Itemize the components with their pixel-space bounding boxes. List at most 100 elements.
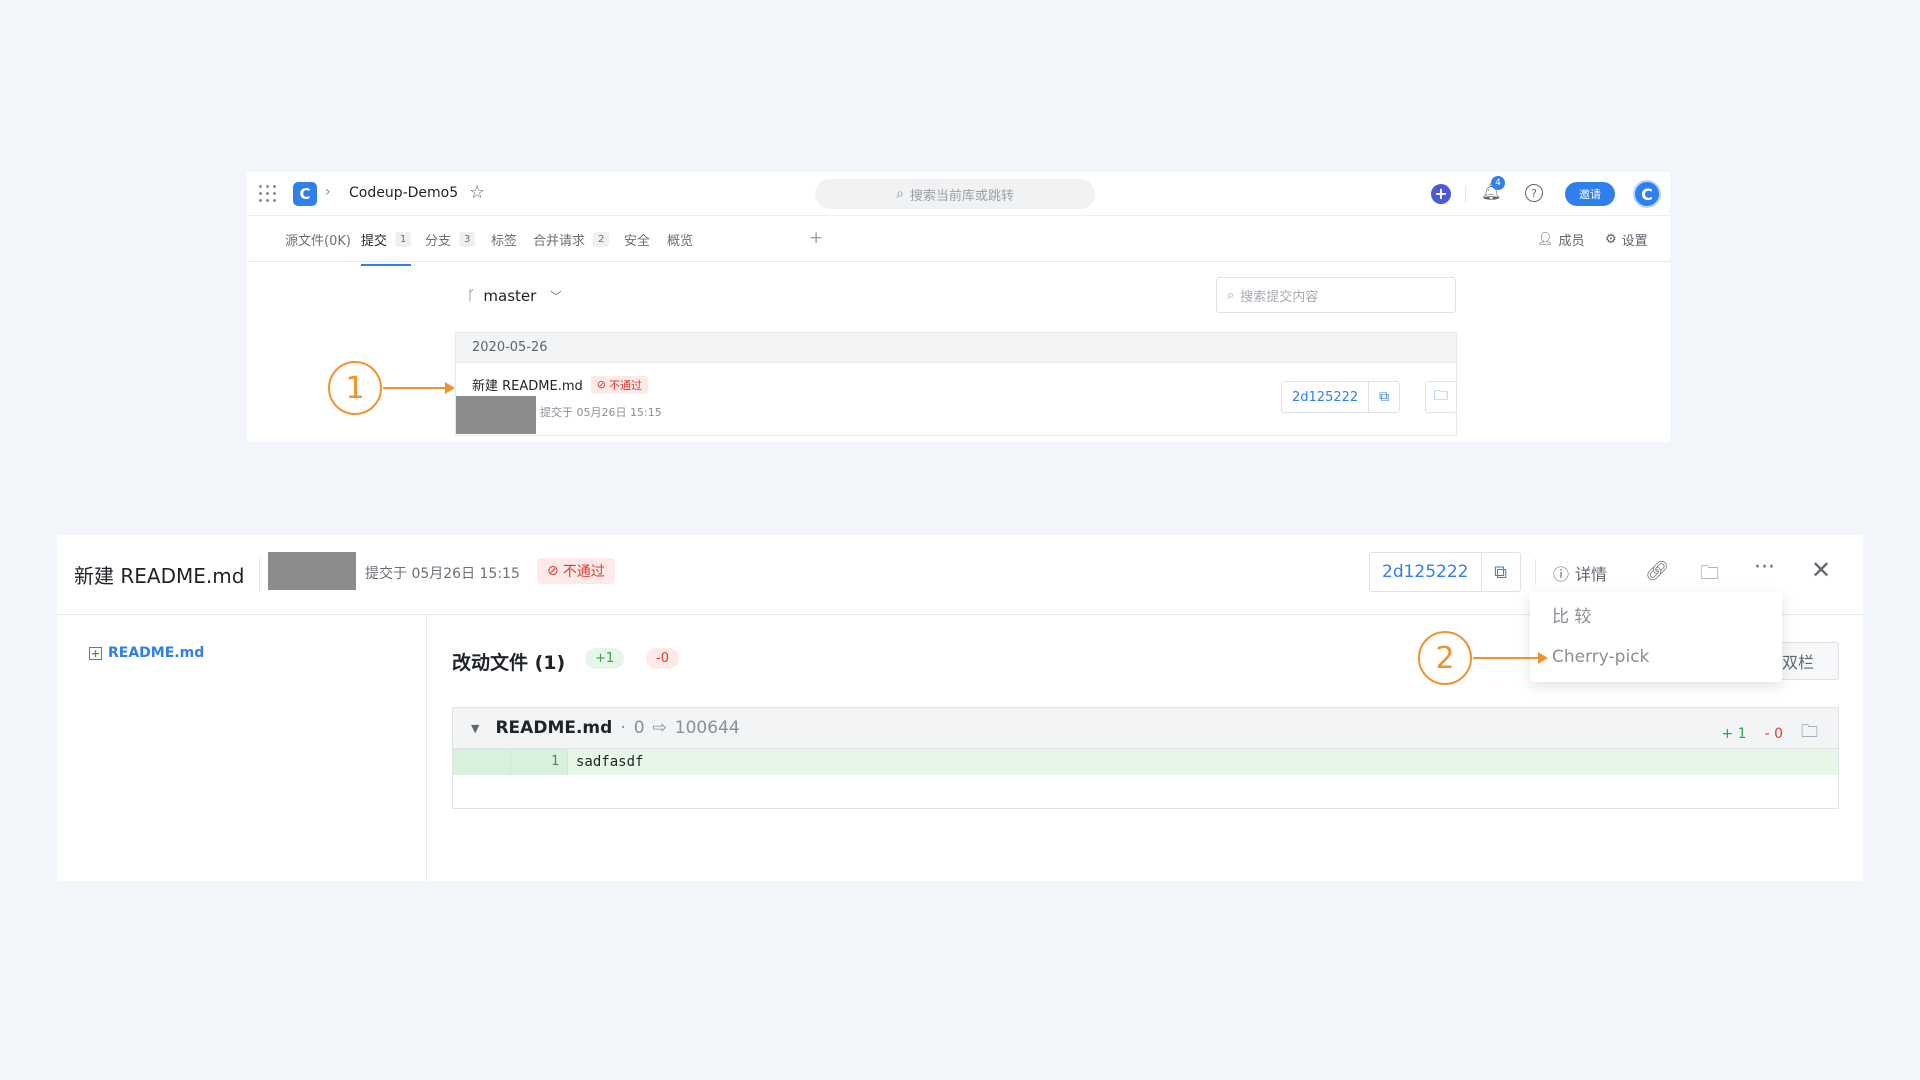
repo-name[interactable]: Codeup-Demo5 xyxy=(349,185,458,201)
tab-label: 合并请求 xyxy=(533,234,586,249)
folder-icon[interactable]: 🗀 xyxy=(1700,559,1719,591)
arrow-right-icon: ⇨ xyxy=(652,718,667,738)
details-button[interactable]: ⓘ 详情 xyxy=(1553,561,1607,585)
settings-label: 设置 xyxy=(1621,234,1648,249)
status-badge[interactable]: ⊘ 不通过 xyxy=(590,375,648,394)
more-icon[interactable]: ··· xyxy=(1754,555,1775,580)
folder-icon: 🗀 xyxy=(1434,388,1448,404)
divider xyxy=(1465,186,1466,202)
detail-time: 提交于 05月26日 15:15 xyxy=(365,566,520,582)
user-icon: 👤︎ xyxy=(1537,232,1554,247)
repo-tabs: 源文件(0K) 提交 1 分支 3 标签 合并请求 2 安全 概览 + 👤︎ 成… xyxy=(247,216,1670,266)
chevron-right-icon: › xyxy=(325,184,331,200)
branch-icon: ᚴ xyxy=(467,288,476,304)
more-actions-menu: 比 较 Cherry-pick xyxy=(1530,592,1782,682)
status-badge[interactable]: ⊘ 不通过 xyxy=(537,558,615,584)
diff-file-header[interactable]: ▼ README.md · 0 ⇨ 100644 + 1 - 0 🗀 xyxy=(453,708,1838,749)
code-text: sadfasdf xyxy=(576,754,644,770)
tab-commits[interactable]: 提交 1 xyxy=(361,230,412,266)
close-icon[interactable]: ✕ xyxy=(1811,556,1831,584)
gear-icon: ⚙ xyxy=(1605,232,1617,247)
tab-label: 标签 xyxy=(491,234,518,249)
author-avatar xyxy=(268,552,356,590)
codeup-logo[interactable]: C xyxy=(293,182,317,206)
help-icon[interactable]: ? xyxy=(1525,184,1543,202)
file-tree-label: README.md xyxy=(108,645,205,661)
tab-label: 安全 xyxy=(624,234,651,249)
tab-merge-requests[interactable]: 合并请求 2 xyxy=(533,230,610,249)
search-icon: ⌕ xyxy=(1227,287,1235,303)
global-search-placeholder: 搜索当前库或跳转 xyxy=(909,188,1014,204)
copy-icon[interactable]: ⧉ xyxy=(1369,382,1399,412)
commit-hash[interactable]: 2d125222 xyxy=(1370,553,1482,591)
commit-detail-panel: 新建 README.md 提交于 05月26日 15:15 ⊘ 不通过 2d12… xyxy=(57,535,1863,881)
new-line-number: 1 xyxy=(511,749,568,775)
members-link[interactable]: 👤︎ 成员 xyxy=(1537,230,1585,249)
tab-overview[interactable]: 概览 xyxy=(667,230,693,249)
global-search-input[interactable]: ⌕ 搜索当前库或跳转 xyxy=(815,179,1095,209)
callout-2: 2 xyxy=(1418,631,1472,685)
add-tab-icon[interactable]: + xyxy=(809,228,823,248)
user-avatar[interactable]: C xyxy=(1633,180,1661,208)
create-plus-icon[interactable]: + xyxy=(1431,184,1451,204)
author-avatar xyxy=(456,396,536,434)
invite-button[interactable]: 邀请 xyxy=(1565,182,1615,206)
app-grid-icon[interactable] xyxy=(259,185,277,203)
new-file-mode: 100644 xyxy=(674,718,740,738)
added-file-icon: + xyxy=(89,646,102,660)
commit-search-input[interactable]: ⌕ 搜索提交内容 xyxy=(1216,277,1456,313)
file-tree: + README.md xyxy=(57,615,427,881)
details-label: 详情 xyxy=(1575,565,1608,584)
old-file-mode: 0 xyxy=(633,718,645,738)
commit-hash-group: 2d125222 ⧉ xyxy=(1281,381,1401,413)
commit-title[interactable]: 新建 README.md xyxy=(472,375,583,394)
members-label: 成员 xyxy=(1558,234,1585,249)
divider xyxy=(259,557,260,591)
callout-arrow xyxy=(1473,652,1548,664)
browse-files-button[interactable]: 🗀 xyxy=(1425,381,1457,413)
tab-branches[interactable]: 分支 3 xyxy=(425,230,476,249)
settings-link[interactable]: ⚙ 设置 xyxy=(1605,230,1648,249)
diff-deletions: - 0 xyxy=(1764,725,1783,742)
commit-hash[interactable]: 2d125222 xyxy=(1282,382,1370,412)
divider xyxy=(1535,559,1536,585)
star-icon[interactable]: ☆ xyxy=(469,182,485,203)
pipeline-fail-icon: ⊘ xyxy=(547,563,559,579)
diff-line-added: 1 sadfasdf xyxy=(453,749,1838,775)
status-text: 不通过 xyxy=(608,378,642,392)
changes-title: 改动文件 (1) xyxy=(452,652,566,674)
tab-tags[interactable]: 标签 xyxy=(491,230,517,249)
tab-source[interactable]: 源文件(0K) xyxy=(285,230,351,249)
folder-icon[interactable]: 🗀 xyxy=(1801,719,1818,748)
detail-title: 新建 README.md xyxy=(74,564,245,588)
branch-name: master xyxy=(483,287,537,305)
tab-security[interactable]: 安全 xyxy=(624,230,650,249)
repo-commits-panel: C › Codeup-Demo5 ☆ ⌕ 搜索当前库或跳转 + 🔔︎ 4 ? 邀… xyxy=(247,172,1670,442)
commit-row-title[interactable]: 新建 README.md ⊘ 不通过 xyxy=(472,375,648,394)
tab-label: 分支 xyxy=(425,234,452,249)
tab-label: 源文件(0K) xyxy=(285,234,351,249)
copy-icon[interactable]: ⧉ xyxy=(1482,553,1520,591)
diff-additions: + 1 xyxy=(1721,725,1747,742)
date-group-header: 2020-05-26 xyxy=(456,333,1456,363)
diff-file: ▼ README.md · 0 ⇨ 100644 + 1 - 0 🗀 1 sad… xyxy=(452,707,1839,809)
branch-selector[interactable]: ᚴ master ﹀ xyxy=(467,287,561,305)
info-icon: ⓘ xyxy=(1553,565,1570,584)
additions-badge: +1 xyxy=(585,648,625,669)
commit-time: 提交于 05月26日 15:15 xyxy=(540,406,662,419)
detail-hash-group: 2d125222 ⧉ xyxy=(1369,552,1521,592)
notification-badge: 4 xyxy=(1491,176,1505,190)
tab-label: 概览 xyxy=(667,234,694,249)
status-text: 不通过 xyxy=(562,564,605,580)
top-navbar: C › Codeup-Demo5 ☆ ⌕ 搜索当前库或跳转 + 🔔︎ 4 ? 邀… xyxy=(247,172,1670,216)
commit-list: 2020-05-26 新建 README.md ⊘ 不通过 提交于 05月26日… xyxy=(455,332,1457,436)
old-line-number xyxy=(453,749,511,775)
menu-item-cherry-pick[interactable]: Cherry-pick xyxy=(1552,647,1649,667)
chevron-down-icon: ﹀ xyxy=(550,290,562,303)
callout-1: 1 xyxy=(328,361,382,415)
collapse-triangle-icon[interactable]: ▼ xyxy=(471,722,479,735)
link-icon[interactable]: 🔗︎ xyxy=(1645,559,1669,582)
file-tree-item[interactable]: + README.md xyxy=(89,645,204,661)
tab-count: 1 xyxy=(395,232,412,247)
menu-item-compare[interactable]: 比 较 xyxy=(1552,602,1591,627)
